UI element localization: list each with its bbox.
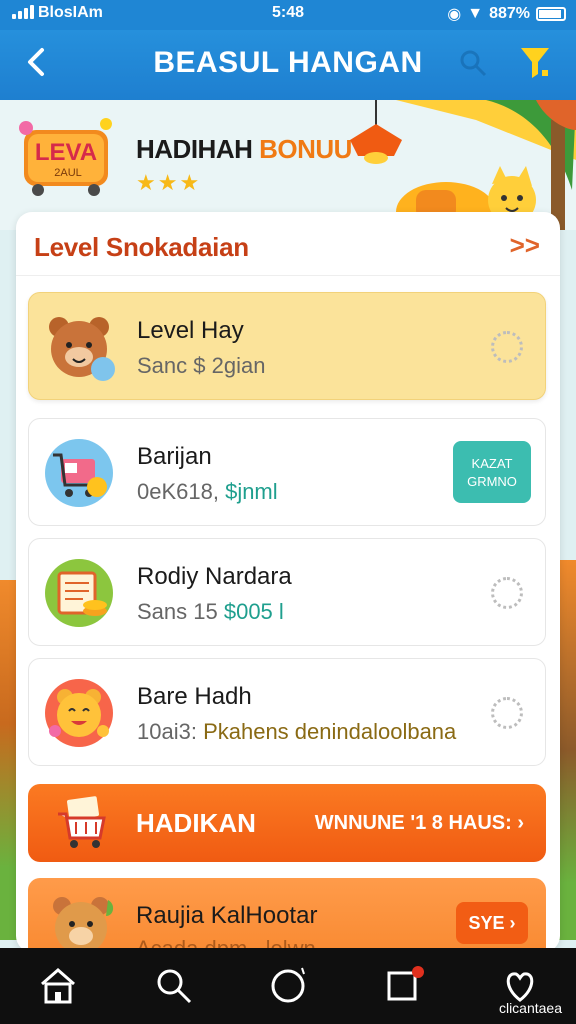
search-icon[interactable] <box>458 48 488 78</box>
item-title: Rodiy Nardara <box>137 563 292 590</box>
promo-item[interactable]: Raujia KalHootar Acada dpm...lolwn SYE › <box>28 878 546 952</box>
circle-icon[interactable] <box>268 966 308 1006</box>
more-chevron-icon[interactable]: >> <box>510 230 540 261</box>
square-icon[interactable] <box>384 966 424 1006</box>
home-icon[interactable] <box>38 966 78 1006</box>
bonus-banner: LEVA 2AUL HADIHAH BONUU ★★★ <box>0 100 576 230</box>
list-item-reward[interactable]: Rodiy Nardara Sans 15 $005 l <box>28 538 546 646</box>
rating-stars: ★★★ <box>136 170 202 195</box>
item-subtitle: Sans 15 $005 l <box>137 599 284 624</box>
alarm-icon: ◉ <box>447 6 462 23</box>
wifi-icon: ▼ <box>467 5 484 22</box>
shopping-cart-icon <box>45 439 113 507</box>
app-header: BEASUL HANGAN <box>0 30 576 100</box>
happy-bear-icon <box>45 679 113 747</box>
cart-icon <box>58 796 106 848</box>
banner-title-main: HADIHAH <box>136 134 260 164</box>
radio-button[interactable] <box>491 577 523 609</box>
promo-title: Raujia KalHootar <box>136 902 318 929</box>
promo-button[interactable]: SYE › <box>456 902 528 944</box>
action-cta[interactable]: WNNUNE '1 8 HAUS: › <box>315 812 524 835</box>
list-item-shopping[interactable]: Barijan 0eK618, $jnml KAZAT GRMNO <box>28 418 546 526</box>
bear-mascot-icon <box>53 897 114 952</box>
item-subtitle: 10ai3: Pkahens denindaloolbana <box>137 719 457 744</box>
card-title: Level Snokadaian <box>34 232 249 262</box>
item-title: Barijan <box>137 443 212 470</box>
radio-button[interactable] <box>491 697 523 729</box>
claim-button[interactable]: KAZAT GRMNO <box>453 441 531 503</box>
radio-button[interactable] <box>491 331 523 363</box>
action-label: HADIKAN <box>136 808 256 838</box>
bear-avatar-icon <box>49 317 115 381</box>
banner-illustration <box>350 100 576 230</box>
battery-percent: 887% <box>489 5 530 22</box>
item-title: Level Hay <box>137 317 244 344</box>
list-item-bonus[interactable]: Bare Hadh 10ai3: Pkahens denindaloolbana <box>28 658 546 766</box>
status-right: ◉ ▼ 887% <box>447 4 566 24</box>
filter-icon[interactable] <box>518 44 552 80</box>
logo-text: LEVA <box>35 139 97 166</box>
banner-title: HADIHAH BONUU <box>136 134 352 165</box>
list-item-level[interactable]: Level Hay Sanc $ 2gian <box>28 292 546 400</box>
status-bar: BlosIAm 5:48 ◉ ▼ 887% <box>0 0 576 30</box>
battery-icon <box>536 7 566 21</box>
search-icon[interactable] <box>154 966 194 1006</box>
logo-subtext: 2AUL <box>54 167 82 179</box>
page-title: BEASUL HANGAN <box>153 46 423 79</box>
item-subtitle: Sanc $ 2gian <box>137 353 266 378</box>
action-bar[interactable]: HADIKAN WNNUNE '1 8 HAUS: › <box>28 784 546 862</box>
item-title: Bare Hadh <box>137 683 252 710</box>
level-card: Level Snokadaian >> Level Hay Sanc $ 2gi… <box>16 212 560 952</box>
card-header: Level Snokadaian >> <box>16 212 560 276</box>
level-logo[interactable]: LEVA 2AUL <box>18 116 114 196</box>
nav-caption: clicantaea <box>498 1000 562 1016</box>
background-scenery-right <box>558 560 576 940</box>
bottom-nav: clicantaea <box>0 948 576 1024</box>
item-subtitle: 0eK618, $jnml <box>137 479 278 504</box>
reward-document-icon <box>45 559 113 627</box>
